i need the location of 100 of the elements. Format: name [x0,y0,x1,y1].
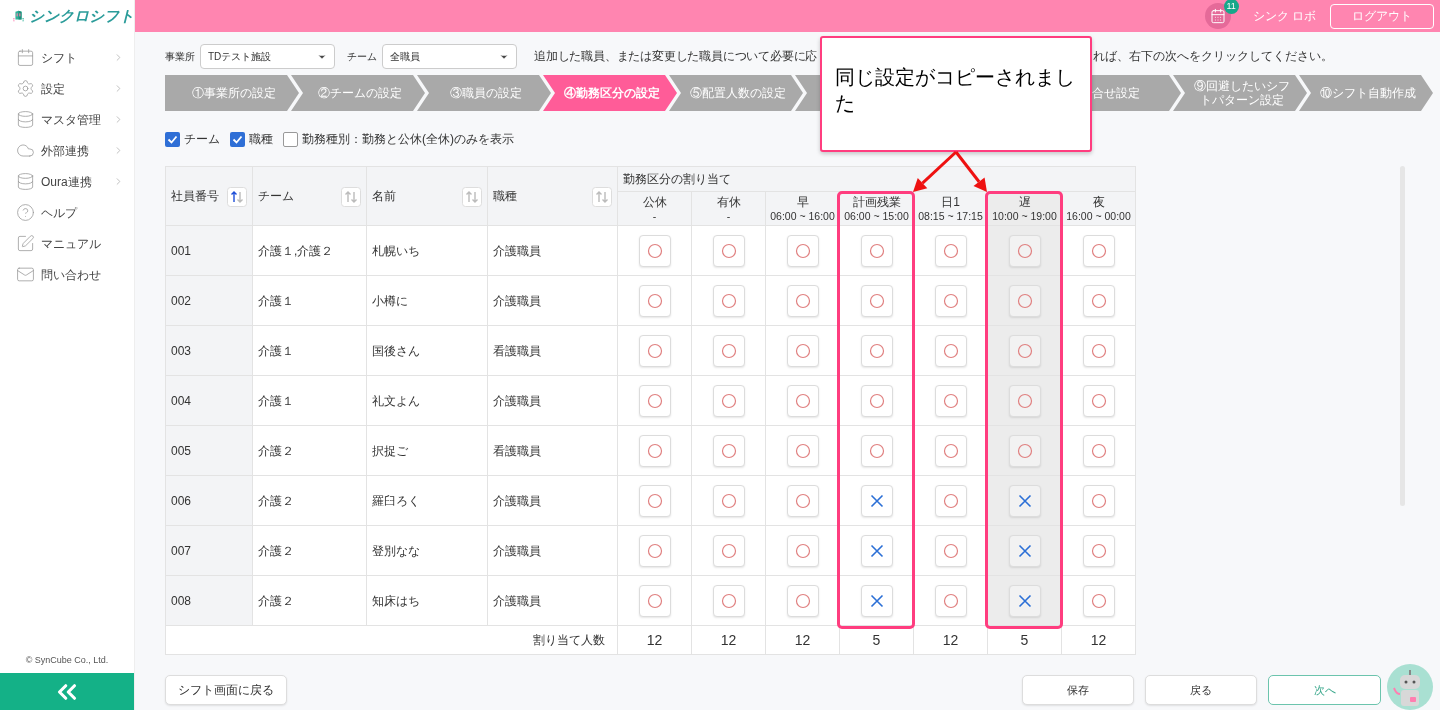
assign-toggle[interactable] [860,334,893,367]
cross-icon [868,542,885,559]
checkbox[interactable] [165,131,180,147]
filter-label: チーム [347,50,377,64]
assign-toggle[interactable] [1008,434,1041,467]
assign-toggle[interactable] [638,434,671,467]
arrow [913,150,958,192]
collapse-sidebar-button[interactable] [0,673,134,710]
check-icon [167,133,178,145]
assign-toggle[interactable] [860,484,893,517]
sort-icon[interactable] [227,187,247,207]
sidebar-item[interactable]: マニュアル [0,228,134,259]
circle-icon [646,442,663,459]
assign-toggle[interactable] [860,284,893,317]
shift-header: 有休 - [691,191,766,226]
assign-toggle[interactable] [1082,284,1115,317]
assign-toggle[interactable] [1008,584,1041,617]
assign-toggle[interactable] [712,284,745,317]
assign-toggle[interactable] [712,334,745,367]
assign-toggle[interactable] [1008,534,1041,567]
sidebar-item[interactable]: シフト [0,42,134,73]
assign-toggle[interactable] [934,334,967,367]
assign-toggle[interactable] [712,434,745,467]
assign-toggle[interactable] [934,534,967,567]
assign-toggle[interactable] [1082,534,1115,567]
circle-icon [942,342,959,359]
database-icon [16,110,35,129]
assign-toggle[interactable] [786,334,819,367]
assign-toggle[interactable] [786,584,819,617]
assign-toggle[interactable] [638,484,671,517]
assign-toggle[interactable] [1082,434,1115,467]
circle-icon [942,592,959,609]
assign-toggle[interactable] [934,484,967,517]
assign-toggle[interactable] [1008,234,1041,267]
back-button[interactable]: 戻る [1145,675,1257,705]
assign-toggle[interactable] [1008,384,1041,417]
assign-toggle[interactable] [860,234,893,267]
assign-toggle[interactable] [1082,584,1115,617]
sidebar-item[interactable]: 問い合わせ [0,259,134,290]
assign-toggle[interactable] [1082,234,1115,267]
table-cell: 介護１,介護２ [252,225,367,276]
back-to-shift-button[interactable]: シフト画面に戻る [165,675,287,705]
sidebar-item[interactable]: マスタ管理 [0,104,134,135]
assign-toggle[interactable] [638,534,671,567]
assign-toggle[interactable] [786,234,819,267]
cloud-icon [16,141,35,160]
table-cell: 介護職員 [487,575,618,626]
notification-badge: 11 [1223,0,1239,14]
sidebar-item[interactable]: 外部連携 [0,135,134,166]
checkbox[interactable] [283,131,298,147]
sort-icon[interactable] [462,187,482,207]
assign-toggle[interactable] [786,484,819,517]
assign-toggle[interactable] [786,284,819,317]
assign-toggle[interactable] [712,484,745,517]
sidebar-item[interactable]: Oura連携 [0,166,134,197]
assign-toggle[interactable] [786,434,819,467]
assign-toggle[interactable] [638,384,671,417]
table-cell: 介護２ [252,525,367,576]
assign-toggle[interactable] [860,384,893,417]
assign-toggle[interactable] [712,534,745,567]
filter-select[interactable]: TDテスト施設 [200,44,335,69]
assign-toggle[interactable] [712,234,745,267]
sort-icon[interactable] [592,187,612,207]
assign-toggle[interactable] [860,584,893,617]
sidebar-item[interactable]: ヘルプ [0,197,134,228]
assign-toggle[interactable] [1082,484,1115,517]
assign-toggle[interactable] [934,584,967,617]
assign-toggle[interactable] [934,284,967,317]
circle-icon [868,292,885,309]
table-cell: 介護２ [252,575,367,626]
edit-icon [16,234,35,253]
sidebar-item[interactable]: 設定 [0,73,134,104]
table-cell: 介護２ [252,425,367,476]
assign-toggle[interactable] [860,534,893,567]
circle-icon [942,292,959,309]
assign-toggle[interactable] [786,384,819,417]
assign-toggle[interactable] [1008,284,1041,317]
checkbox[interactable] [230,131,245,147]
assign-toggle[interactable] [712,384,745,417]
circle-icon [646,492,663,509]
assign-toggle[interactable] [638,284,671,317]
assign-toggle[interactable] [638,584,671,617]
assign-toggle[interactable] [934,434,967,467]
assign-toggle[interactable] [1082,334,1115,367]
assign-toggle[interactable] [1082,384,1115,417]
assign-toggle[interactable] [712,584,745,617]
robot-avatar-icon[interactable] [1387,664,1433,710]
sort-icon[interactable] [341,187,361,207]
copyright: © SynCube Co., Ltd. [24,653,110,667]
assign-toggle[interactable] [934,384,967,417]
assign-toggle[interactable] [934,234,967,267]
assign-toggle[interactable] [1008,484,1041,517]
assign-toggle[interactable] [1008,334,1041,367]
assign-toggle[interactable] [638,334,671,367]
filter-select[interactable]: 全職員 [382,44,517,69]
circle-icon [942,492,959,509]
assign-toggle[interactable] [786,534,819,567]
assign-toggle[interactable] [638,234,671,267]
assign-toggle[interactable] [860,434,893,467]
save-button[interactable]: 保存 [1022,675,1134,705]
